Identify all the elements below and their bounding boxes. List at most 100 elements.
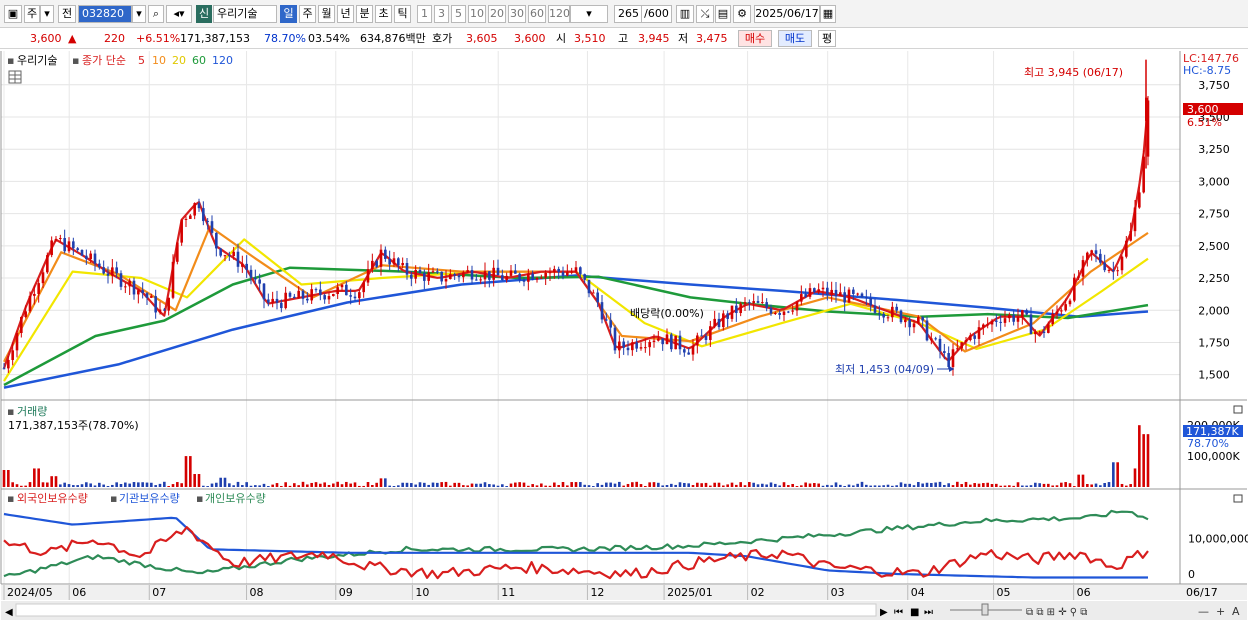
interval-button-1[interactable]: 3	[434, 5, 449, 23]
x-axis-label: 03	[831, 586, 845, 599]
volume-bar	[540, 483, 543, 487]
price-y-tick: 2,500	[1198, 240, 1230, 253]
candle-body	[1081, 260, 1085, 277]
volume-panel-close-icon[interactable]	[1233, 405, 1243, 414]
candle-body	[275, 298, 279, 303]
period-tab-0[interactable]: 일	[280, 5, 297, 23]
period-tab-5[interactable]: 초	[375, 5, 392, 23]
eval-button[interactable]: 평	[818, 30, 836, 47]
candle-body	[917, 317, 920, 324]
chart-type-icon[interactable]: ▥	[676, 5, 694, 23]
count-input[interactable]: 265	[614, 5, 642, 23]
zoom-in-icon[interactable]: +	[1216, 605, 1225, 618]
volume-bar	[375, 482, 378, 487]
low-annotation: 최저 1,453 (04/09)	[835, 363, 934, 376]
volume-bar	[600, 484, 604, 487]
stock-name-field[interactable]: 우리기술	[213, 5, 277, 23]
holdings-panel-close-icon[interactable]	[1233, 494, 1243, 503]
candle-body	[648, 341, 651, 348]
candle-body	[674, 335, 677, 350]
interval-button-6[interactable]: 60	[528, 5, 546, 23]
candle-body	[219, 248, 222, 256]
stock-code-input[interactable]: 032820	[78, 5, 132, 23]
volume-bar	[631, 482, 634, 487]
volume-bar	[886, 484, 890, 487]
holdings-y-tick: 10,000,000	[1188, 533, 1248, 546]
last-icon[interactable]: ⏭	[924, 607, 933, 618]
volume-bar	[59, 484, 62, 487]
volume-bar	[397, 485, 400, 487]
chart-canvas[interactable]: 3,7503,5003,2503,0002,7502,5002,2502,000…	[0, 49, 1248, 621]
period-tab-4[interactable]: 분	[356, 5, 373, 23]
volume-bar	[544, 485, 547, 487]
zoom-out-icon[interactable]: —	[1198, 605, 1209, 618]
speaker-icon[interactable]: ◂▾	[166, 5, 192, 23]
volume-bar	[132, 482, 136, 487]
volume-bar	[813, 483, 816, 487]
period-tab-6[interactable]: 틱	[394, 5, 411, 23]
font-size-icon[interactable]: A	[1232, 605, 1240, 618]
candle-body	[843, 292, 846, 303]
volume-bar	[566, 485, 569, 487]
chart-area[interactable]: 3,750 3,500 3,250 3,000 2,750 2,500 2,250 2,000…	[0, 49, 1248, 621]
prev-button[interactable]: 전	[58, 5, 76, 23]
volume-bar	[696, 482, 699, 487]
period-tab-3[interactable]: 년	[337, 5, 354, 23]
volume-bar	[28, 482, 32, 487]
zoom-handle[interactable]	[981, 603, 989, 616]
scroll-right-icon[interactable]: ▶	[880, 607, 888, 618]
volume-bar	[639, 484, 643, 487]
interval-button-3[interactable]: 10	[468, 5, 486, 23]
volume-bar	[921, 483, 924, 487]
period-main-select[interactable]: 주	[24, 5, 40, 23]
volume-bar	[674, 484, 677, 487]
first-icon[interactable]: ⏮	[894, 607, 903, 618]
interval-button-5[interactable]: 30	[508, 5, 526, 23]
volume-bar	[514, 482, 517, 487]
candle-body	[527, 273, 530, 282]
volume-bar	[245, 482, 248, 487]
candle-body	[93, 253, 97, 264]
volume-bar	[609, 482, 612, 487]
volume-bar	[414, 484, 417, 487]
calendar-icon[interactable]: ▦	[820, 5, 836, 23]
interval-button-2[interactable]: 5	[451, 5, 466, 23]
interval-button-7[interactable]: 120	[548, 5, 570, 23]
volume-bar	[622, 485, 625, 487]
buy-button[interactable]: 매수	[738, 30, 772, 47]
zoom-tools-icon[interactable]: ⧉ ⧉ ⊞ ✛ ⚲ ⧉	[1026, 607, 1087, 618]
volume-bar	[951, 485, 955, 487]
save-icon[interactable]: ▤	[715, 5, 731, 23]
chevron-down-icon[interactable]: ▾	[132, 5, 146, 23]
candle-body	[163, 309, 166, 311]
sell-button[interactable]: 매도	[778, 30, 812, 47]
period-tab-1[interactable]: 주	[299, 5, 316, 23]
interval-button-4[interactable]: 20	[488, 5, 506, 23]
date-input[interactable]: 2025/06/17	[754, 5, 820, 23]
bid-label: 호가	[432, 32, 453, 45]
candle-body	[700, 335, 703, 337]
search-icon[interactable]: ⌕	[148, 5, 164, 23]
current-price-label: 3,600	[1187, 103, 1219, 116]
interval-button-0[interactable]: 1	[417, 5, 432, 23]
candle-body	[774, 312, 777, 314]
candle-body	[860, 293, 864, 298]
stop-icon[interactable]: ■	[910, 607, 919, 618]
period-tab-2[interactable]: 월	[318, 5, 335, 23]
candle-body	[141, 290, 144, 294]
window-icon[interactable]: ▣	[4, 5, 22, 23]
volume-bar	[189, 456, 192, 487]
scrollbar-track[interactable]	[15, 603, 877, 617]
crosshair-icon[interactable]: ⤯	[696, 5, 714, 23]
volume-bar	[232, 485, 235, 487]
candle-body	[687, 352, 690, 355]
scroll-left-icon[interactable]: ◀	[5, 607, 13, 618]
volume-bar	[275, 483, 279, 487]
gear-icon[interactable]: ⚙	[733, 5, 751, 23]
candle-body	[440, 271, 443, 282]
candle-body	[990, 320, 994, 325]
volume-bar	[431, 482, 435, 487]
chevron-down-icon[interactable]: ▾	[40, 5, 54, 23]
dropdown-select[interactable]: ▾	[570, 5, 608, 23]
candle-body	[1125, 240, 1128, 257]
